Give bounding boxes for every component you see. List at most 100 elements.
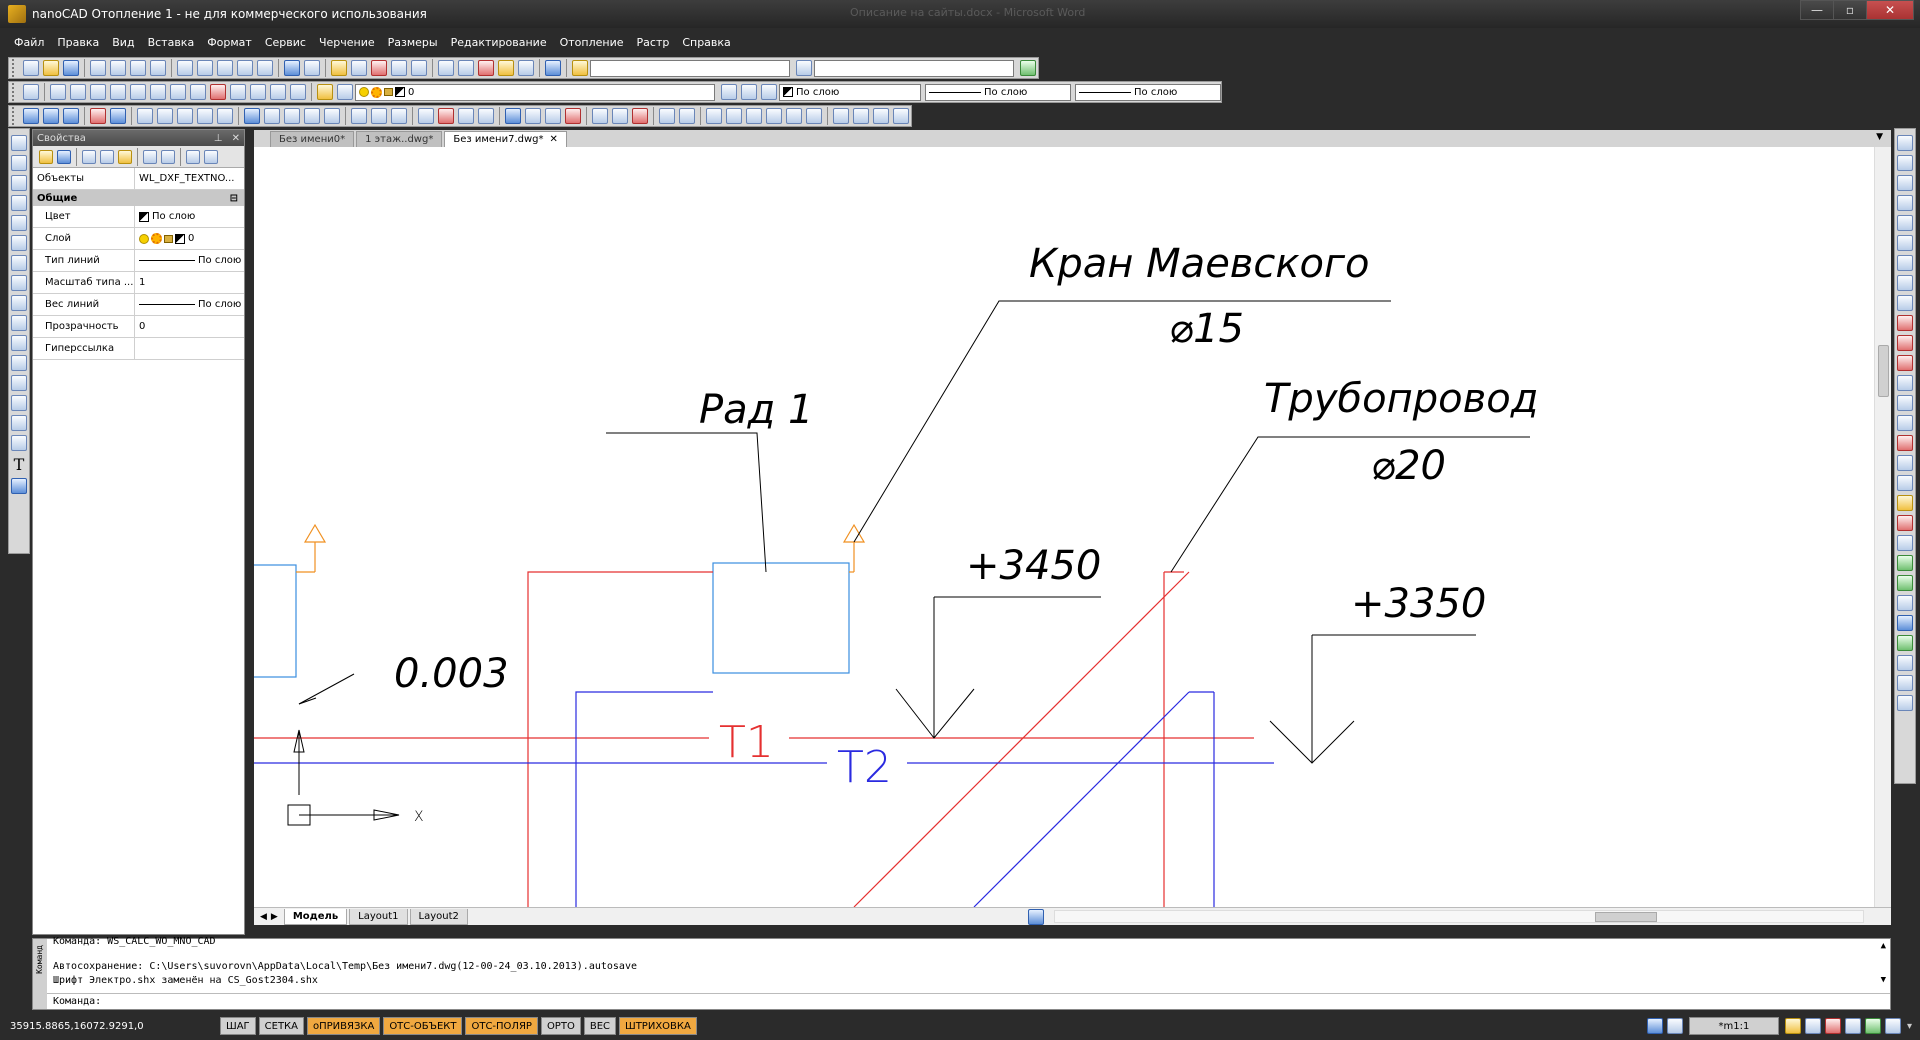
panel-close-icon[interactable]: ✕ xyxy=(232,133,240,144)
copy-object-icon[interactable] xyxy=(1897,155,1913,171)
valve-icon[interactable] xyxy=(177,108,193,124)
command-scroll-up-icon[interactable]: ▲ xyxy=(1881,941,1886,951)
stretch-icon[interactable] xyxy=(1897,295,1913,311)
objects-value[interactable]: WL_DXF_TEXTNO... xyxy=(135,168,244,189)
snap-quadrant-icon[interactable] xyxy=(130,84,146,100)
doc-tab-unnamed7[interactable]: Без имени7.dwg* ✕ xyxy=(444,131,567,147)
leader-icon[interactable] xyxy=(458,108,474,124)
layout-tab-model[interactable]: Модель xyxy=(283,908,348,925)
hatch-icon[interactable] xyxy=(11,395,27,411)
pipe-vertical-icon[interactable] xyxy=(304,108,320,124)
paste-special-icon[interactable] xyxy=(237,60,253,76)
hatch-toggle[interactable]: ШТРИХОВКА xyxy=(619,1017,697,1035)
rectangle-icon[interactable] xyxy=(11,215,27,231)
xline-icon[interactable] xyxy=(11,155,27,171)
label-valve[interactable]: Кран Маевского xyxy=(1029,241,1370,287)
command-scroll-down-icon[interactable]: ▼ xyxy=(1881,975,1886,985)
maximize-button[interactable]: ▫ xyxy=(1833,0,1867,20)
zoom-previous-icon[interactable] xyxy=(391,60,407,76)
trim-icon[interactable] xyxy=(1897,315,1913,331)
layer-walk-icon[interactable] xyxy=(1897,635,1913,651)
nanocad-logo-icon[interactable] xyxy=(8,5,26,23)
level-mark-icon[interactable] xyxy=(438,108,454,124)
view-bottom-icon[interactable] xyxy=(806,108,822,124)
lineweight-combo[interactable]: По слою xyxy=(1075,83,1221,101)
table-draw-icon[interactable] xyxy=(11,435,27,451)
zoom-extents-icon[interactable] xyxy=(411,60,427,76)
draworder-back-icon[interactable] xyxy=(1897,575,1913,591)
slope-arrow[interactable] xyxy=(298,673,355,705)
snap-parallel-icon[interactable] xyxy=(250,84,266,100)
menu-help[interactable]: Справка xyxy=(682,36,730,49)
iso-sw-icon[interactable] xyxy=(833,108,849,124)
ellipse-icon[interactable] xyxy=(11,315,27,331)
prop-row-linetype[interactable]: Тип линий По слою xyxy=(33,250,244,272)
model-space-icon[interactable] xyxy=(1646,1018,1663,1034)
return-riser-left[interactable] xyxy=(575,691,713,907)
supply-riser-left[interactable] xyxy=(527,571,713,907)
command-input[interactable]: Команда: xyxy=(47,993,1890,1009)
minimize-button[interactable]: — xyxy=(1800,0,1834,20)
fitting-icon[interactable] xyxy=(197,108,213,124)
point-icon[interactable] xyxy=(11,375,27,391)
label-t1[interactable]: Т1 xyxy=(719,717,774,768)
prop-row-color[interactable]: Цвет По слою xyxy=(33,206,244,228)
cursor-coordinates[interactable]: 35915.8865,16072.9291,0 xyxy=(10,1021,220,1032)
offset-icon[interactable] xyxy=(1897,195,1913,211)
quick-select-icon[interactable] xyxy=(100,149,114,164)
supply-diagonal[interactable] xyxy=(853,571,1190,907)
print-preview-icon[interactable] xyxy=(110,60,126,76)
publish-icon[interactable] xyxy=(130,60,146,76)
error-check-icon[interactable] xyxy=(632,108,648,124)
pipe-return-icon[interactable] xyxy=(284,108,300,124)
snap-nearest-icon[interactable] xyxy=(190,84,206,100)
bomb-icon[interactable] xyxy=(1897,495,1913,511)
tab-close-icon[interactable]: ✕ xyxy=(550,134,558,145)
convector-icon[interactable] xyxy=(43,108,59,124)
close-window-button[interactable]: ✕ xyxy=(1866,0,1914,20)
view-top-icon[interactable] xyxy=(706,108,722,124)
pipe-bend-icon[interactable] xyxy=(324,108,340,124)
doc-tab-floor1[interactable]: 1 этаж..dwg* xyxy=(356,131,443,147)
tabs-right-arrow-icon[interactable]: ▶ xyxy=(271,912,278,922)
layer-iso-icon[interactable] xyxy=(741,84,757,100)
color-picker-icon[interactable] xyxy=(761,84,777,100)
menu-raster[interactable]: Растр xyxy=(637,36,670,49)
extend-icon[interactable] xyxy=(1897,335,1913,351)
calc-icon[interactable] xyxy=(391,108,407,124)
pin-icon[interactable]: ⊥ xyxy=(214,133,223,144)
status-menu-icon[interactable]: ▾ xyxy=(1907,1021,1912,1032)
return-diagonal[interactable] xyxy=(973,691,1190,907)
section-general[interactable]: Общие ⊟ xyxy=(33,190,244,206)
connector-icon[interactable] xyxy=(217,108,233,124)
snap-insertion-icon[interactable] xyxy=(210,84,226,100)
rotate-icon[interactable] xyxy=(679,108,695,124)
drawing-canvas[interactable]: Кран Маевского ⌀15 Трубопровод ⌀20 Рад 1… xyxy=(254,147,1891,907)
erase-icon[interactable] xyxy=(1897,135,1913,151)
snap-midpoint-icon[interactable] xyxy=(70,84,86,100)
dim-style-combo[interactable] xyxy=(814,59,1014,77)
export-props-icon[interactable] xyxy=(143,149,157,164)
print-icon[interactable] xyxy=(90,60,106,76)
label-rad1[interactable]: Рад 1 xyxy=(699,387,813,433)
plan-icon[interactable] xyxy=(545,108,561,124)
new-file-icon[interactable] xyxy=(23,60,39,76)
pencil-icon[interactable] xyxy=(498,60,514,76)
menu-heating[interactable]: Отопление xyxy=(560,36,624,49)
cut-icon[interactable] xyxy=(177,60,193,76)
collector-icon[interactable] xyxy=(157,108,173,124)
label-t2[interactable]: Т2 xyxy=(837,742,892,793)
export-icon[interactable] xyxy=(612,108,628,124)
menu-drawing[interactable]: Черчение xyxy=(319,36,375,49)
copy-icon[interactable] xyxy=(197,60,213,76)
open-file-icon[interactable] xyxy=(43,60,59,76)
toggle-pickadd-icon[interactable] xyxy=(39,149,53,164)
linetype-combo[interactable]: По слою xyxy=(925,83,1071,101)
add-selected-icon[interactable] xyxy=(11,478,27,494)
paste-icon[interactable] xyxy=(217,60,233,76)
spline-icon[interactable] xyxy=(11,295,27,311)
lineweight-toggle[interactable]: ВЕС xyxy=(583,1017,616,1035)
menu-format[interactable]: Формат xyxy=(207,36,252,49)
tank-icon[interactable] xyxy=(110,108,126,124)
snap-tangent-icon[interactable] xyxy=(170,84,186,100)
